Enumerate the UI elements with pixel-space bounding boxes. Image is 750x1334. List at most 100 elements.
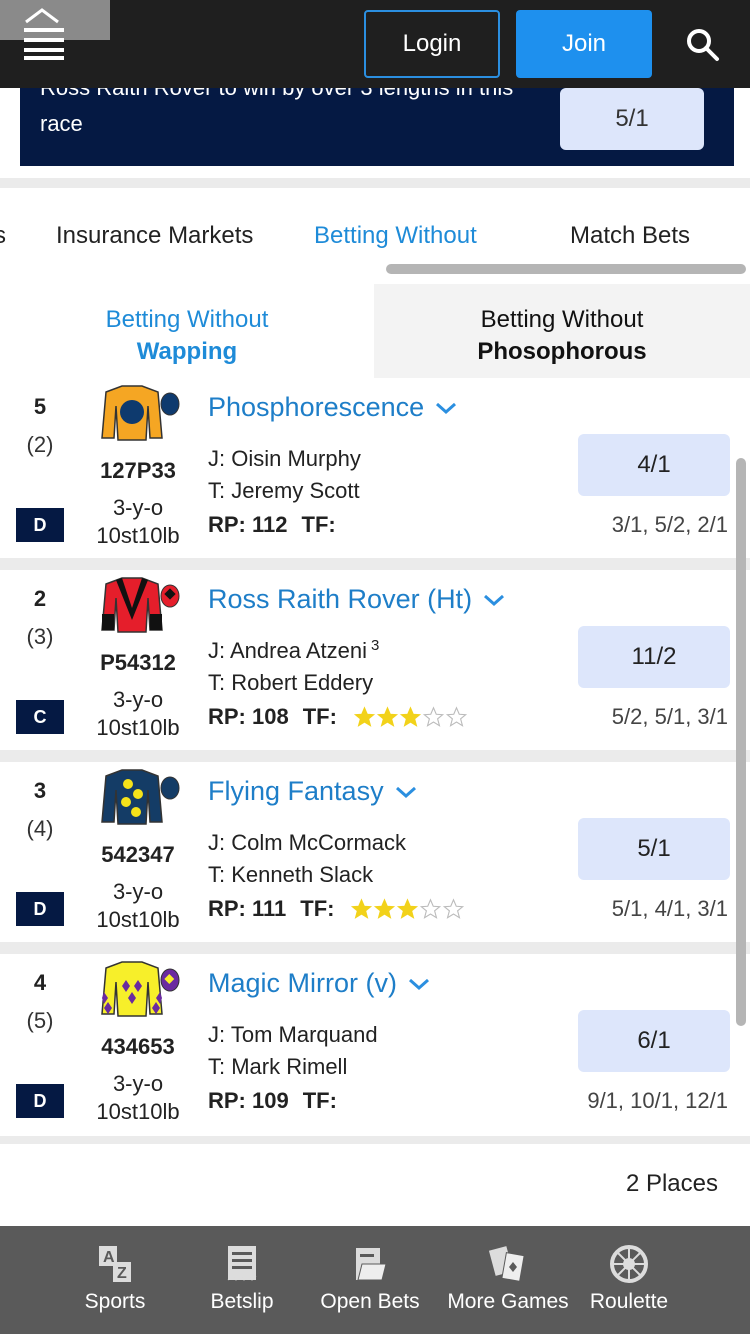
subtab-line2: Phosophorous: [477, 338, 647, 365]
runner-number: 3: [33, 778, 47, 803]
nav-betslip[interactable]: Betslip: [198, 1244, 286, 1314]
horizontal-scrollbar[interactable]: [386, 264, 746, 274]
nav-label: Open Bets: [320, 1290, 420, 1313]
betslip-icon: [227, 1246, 257, 1281]
runner-name: Magic Mirror (v): [208, 968, 397, 998]
rp-rating: RP: 109: [208, 1088, 289, 1113]
tf-label: TF:: [302, 704, 337, 729]
nav-label: Roulette: [589, 1290, 669, 1313]
star-filled-icon: [353, 706, 376, 727]
runner-draw: (5): [26, 1008, 54, 1033]
login-button[interactable]: Login: [364, 10, 500, 78]
nav-sports[interactable]: A Z Sports: [74, 1244, 156, 1314]
tab-match-bets[interactable]: Match Bets: [570, 222, 690, 250]
runner-badge: C: [16, 700, 64, 734]
jockey-claim: 3: [371, 637, 380, 654]
runner-name-link[interactable]: Phosphorescence: [208, 392, 458, 423]
bottom-navigation: A Z Sports Betslip Open Bets More Games: [0, 1226, 750, 1334]
hamburger-menu-icon: [24, 8, 64, 60]
roulette-icon: [610, 1245, 648, 1283]
runner-name: Flying Fantasy: [208, 776, 384, 806]
previous-odds: 3/1, 5/2, 2/1: [611, 512, 728, 537]
divider: [0, 558, 750, 570]
jockey-silk-icon: [101, 769, 180, 825]
tab-partial[interactable]: s: [0, 222, 6, 250]
runner-weight: 10st10lb: [96, 907, 180, 932]
runner-badge: D: [16, 508, 64, 542]
rating-line: RP: 109 TF:: [208, 1088, 337, 1114]
runner-name-link[interactable]: Ross Raith Rover (Ht): [208, 584, 506, 615]
star-rating: [353, 706, 468, 728]
vertical-scrollbar[interactable]: [736, 458, 746, 1026]
jockey-name: J: Oisin Murphy: [208, 446, 361, 471]
runner-age-weight: 3-y-o 10st10lb: [84, 686, 192, 742]
runner-draw: (2): [26, 432, 54, 457]
jockey-silk-icon: [101, 577, 180, 633]
star-filled-icon: [374, 898, 396, 919]
trainer-name: T: Mark Rimell: [208, 1054, 348, 1079]
runner-age: 3-y-o: [112, 879, 164, 904]
subtab-line1: Betting Without: [480, 306, 644, 333]
star-filled-icon: [351, 898, 373, 919]
runner-weight: 10st10lb: [96, 523, 180, 548]
subtab-line1: Betting Without: [105, 306, 269, 333]
subtab-line2: Wapping: [136, 338, 238, 365]
runner-age: 3-y-o: [112, 687, 164, 712]
runner-badge: D: [16, 1084, 64, 1118]
tab-insurance-markets[interactable]: Insurance Markets: [56, 222, 253, 250]
star-rating: [350, 898, 465, 920]
runner-age: 3-y-o: [112, 495, 164, 520]
runner-name: Ross Raith Rover (Ht): [208, 584, 473, 614]
menu-button[interactable]: [0, 0, 110, 60]
rating-line: RP: 112 TF:: [208, 512, 336, 538]
runner-name: Phosphorescence: [208, 392, 425, 422]
odds-button[interactable]: 6/1: [578, 1010, 730, 1072]
trainer-name: T: Kenneth Slack: [208, 862, 374, 887]
runner-number: 5: [33, 394, 47, 419]
runner-draw: (4): [26, 816, 54, 841]
runner-form: 434653: [101, 1034, 175, 1059]
rp-rating: RP: 111: [208, 896, 287, 921]
runner-row: 4 (5) D 434653 3-y-o 10st10lb Magic Mirr…: [0, 954, 750, 1134]
runner-name-link[interactable]: Flying Fantasy: [208, 776, 418, 807]
previous-odds: 5/2, 5/1, 3/1: [611, 704, 728, 729]
odds-button[interactable]: 4/1: [578, 434, 730, 496]
promo-odds-button[interactable]: 5/1: [560, 88, 704, 150]
runner-number: 2: [33, 586, 47, 611]
subtab-betting-without-phosophorous[interactable]: Betting Without Phosophorous: [374, 284, 750, 378]
odds-button[interactable]: 5/1: [578, 818, 730, 880]
rp-rating: RP: 108: [208, 704, 289, 729]
chevron-down-icon[interactable]: [434, 400, 458, 416]
chevron-down-icon[interactable]: [407, 976, 431, 992]
runner-row: 2 (3) C P54312 3-y-o 10st10lb Ross Raith…: [0, 570, 750, 750]
rating-line: RP: 111 TF:: [208, 896, 465, 922]
tab-betting-without[interactable]: Betting Without: [314, 222, 477, 250]
search-icon[interactable]: [684, 26, 720, 62]
nav-roulette[interactable]: Roulette: [586, 1244, 672, 1314]
runner-form: P54312: [100, 650, 176, 675]
star-empty-icon: [445, 706, 468, 727]
tf-label: TF:: [302, 1088, 337, 1113]
odds-button[interactable]: 11/2: [578, 626, 730, 688]
previous-odds: 9/1, 10/1, 12/1: [587, 1088, 728, 1113]
sub-tabs: Betting Without Wapping Betting Without …: [0, 284, 750, 378]
jockey-silk-icon: [101, 961, 180, 1017]
nav-open-bets[interactable]: Open Bets: [314, 1244, 426, 1314]
chevron-down-icon[interactable]: [482, 592, 506, 608]
divider: [0, 178, 750, 188]
chevron-down-icon[interactable]: [394, 784, 418, 800]
star-filled-icon: [397, 898, 419, 919]
runner-age: 3-y-o: [112, 1071, 164, 1096]
runner-age-weight: 3-y-o 10st10lb: [84, 1070, 192, 1126]
nav-label: Sports: [84, 1290, 146, 1313]
nav-more-games[interactable]: More Games: [442, 1244, 574, 1314]
jockey-trainer: J: Oisin Murphy T: Jeremy Scott: [208, 438, 365, 507]
join-button[interactable]: Join: [516, 10, 652, 78]
runner-number: 4: [33, 970, 47, 995]
runner-row: 5 (2) D 127P33 3-y-o 10st10lb Phosphores…: [0, 378, 750, 558]
subtab-betting-without-wapping[interactable]: Betting Without Wapping: [0, 284, 374, 378]
jockey-trainer: J: Tom Marquand T: Mark Rimell: [208, 1014, 382, 1083]
runner-age-weight: 3-y-o 10st10lb: [84, 494, 192, 550]
star-empty-icon: [443, 898, 465, 919]
runner-name-link[interactable]: Magic Mirror (v): [208, 968, 431, 999]
